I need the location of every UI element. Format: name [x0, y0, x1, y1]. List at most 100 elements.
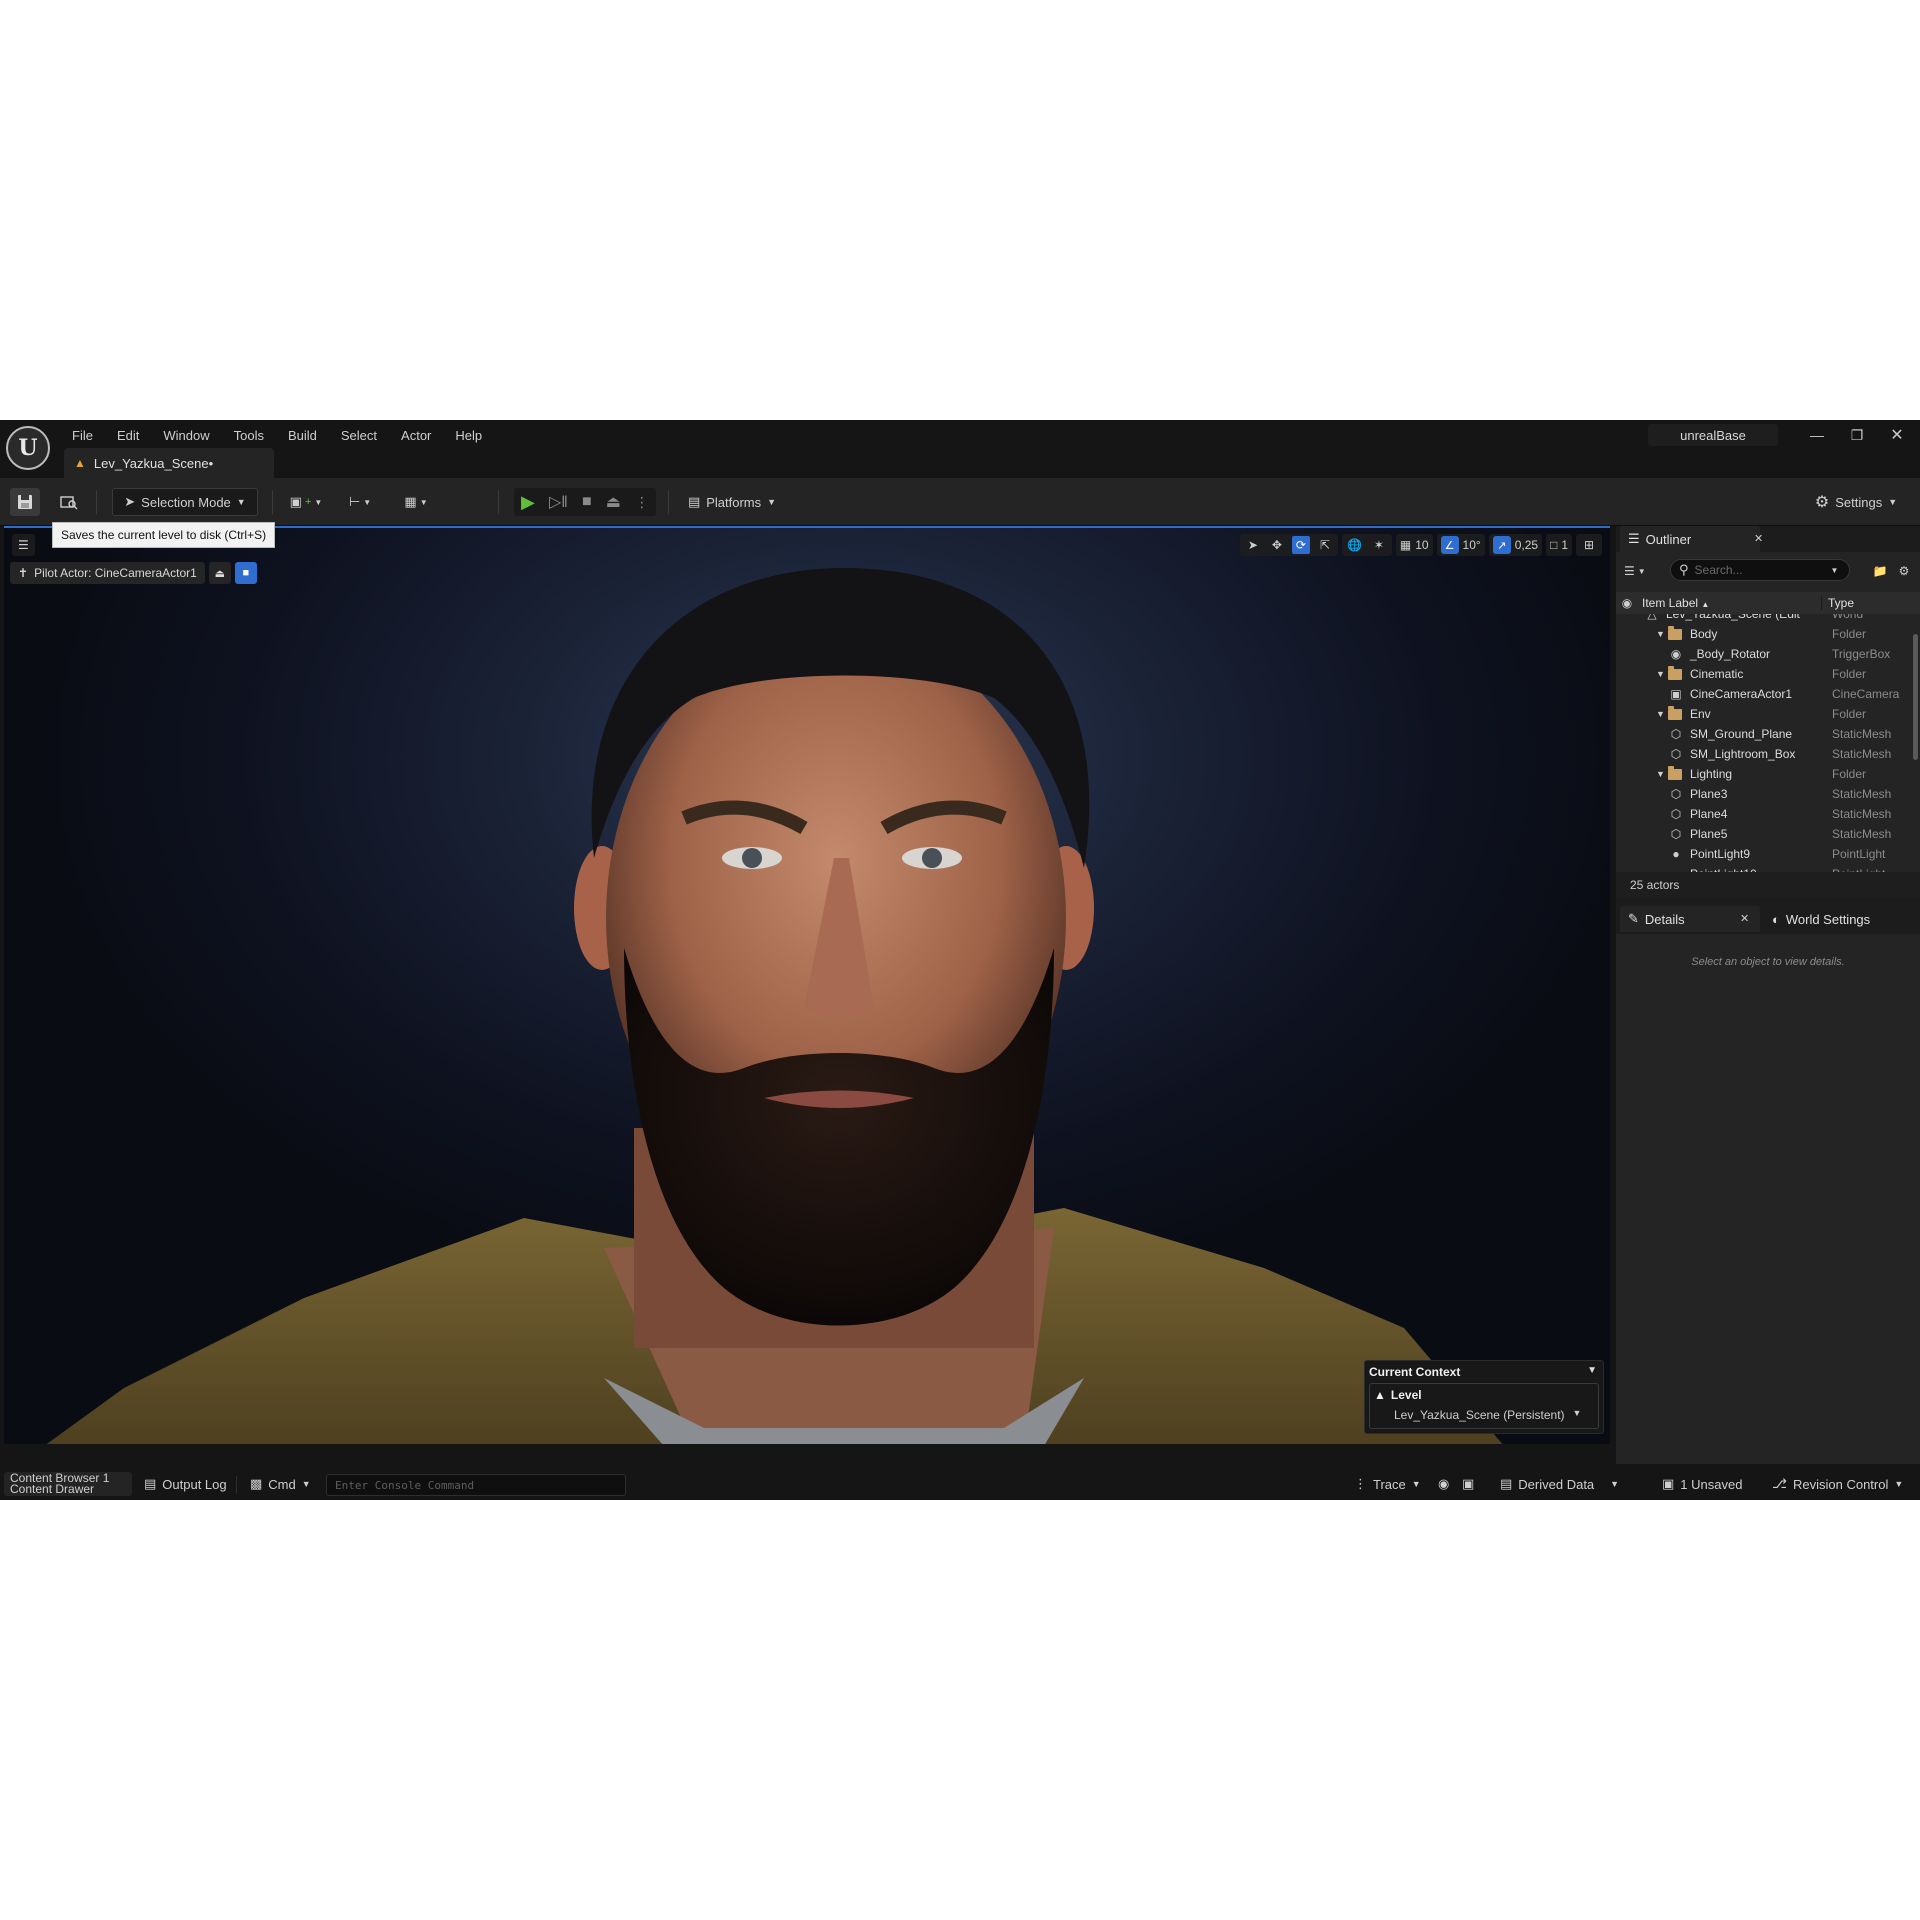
content-drawer-button[interactable]: Content Browser 1 Content Drawer — [4, 1472, 132, 1496]
expand-caret-icon[interactable]: ▼ — [1656, 629, 1668, 639]
browse-level-button[interactable] — [54, 488, 84, 516]
tab-details[interactable]: ✎ Details — [1620, 906, 1760, 932]
outliner-row[interactable]: ▼ Body Folder — [1616, 624, 1912, 644]
derived-data-dropdown[interactable]: ▤ Derived Data ▼ — [1500, 1472, 1619, 1496]
restore-icon[interactable]: ❐ — [1840, 424, 1874, 446]
menu-select[interactable]: Select — [329, 424, 389, 447]
select-tool-icon[interactable]: ➤ — [1244, 536, 1262, 554]
context-level-name: Lev_Yazkua_Scene (Persistent) ▼ — [1394, 1408, 1581, 1422]
record-button[interactable]: ◉ — [1438, 1472, 1449, 1496]
context-level-box[interactable]: ▲ Level Lev_Yazkua_Scene (Persistent) ▼ — [1369, 1383, 1599, 1429]
surface-snap-icon[interactable]: ✶ — [1370, 536, 1388, 554]
outliner-row[interactable]: ⬡ Plane3 StaticMesh — [1616, 784, 1912, 804]
eject-pilot-button[interactable]: ⏏ — [208, 562, 231, 584]
outliner-row[interactable]: △ Lev_Yazkua_Scene (Edit World — [1616, 614, 1912, 624]
close-details-icon[interactable]: ✕ — [1740, 912, 1749, 925]
grid-snap-group[interactable]: ▦ 10 — [1395, 534, 1433, 556]
menu-edit[interactable]: Edit — [105, 424, 151, 447]
outliner-row[interactable]: ⬡ SM_Lightroom_Box StaticMesh — [1616, 744, 1912, 764]
level-viewport[interactable]: ☰ ✝ Pilot Actor: CineCameraActor1 ⏏ ■ ➤ … — [4, 526, 1610, 1444]
level-icon: ▲ — [74, 456, 86, 470]
search-input[interactable] — [1694, 563, 1825, 577]
rotate-tool-icon[interactable]: ⟳ — [1291, 536, 1310, 554]
outliner-search[interactable]: ⚲ ▼ — [1670, 559, 1850, 581]
outliner-row[interactable]: ▼ Env Folder — [1616, 704, 1912, 724]
eject-icon[interactable]: ⏏ — [606, 492, 621, 512]
close-icon[interactable]: ✕ — [1880, 424, 1914, 446]
tab-world-settings[interactable]: ◐ World Settings — [1764, 906, 1914, 932]
details-empty-message: Select an object to view details. — [1691, 956, 1845, 968]
gear-icon[interactable]: ⚙ — [1894, 561, 1914, 581]
column-item-label[interactable]: Item Label ▲ — [1638, 596, 1822, 610]
scale-snap-group[interactable]: ↗ 0,25 — [1488, 534, 1543, 556]
outliner-row[interactable]: ● PointLight9 PointLight — [1616, 844, 1912, 864]
unreal-logo-icon[interactable]: U — [6, 426, 50, 470]
outliner-row[interactable]: ⬡ SM_Ground_Plane StaticMesh — [1616, 724, 1912, 744]
move-tool-icon[interactable]: ✥ — [1268, 536, 1286, 554]
more-options-icon[interactable]: ⋮ — [635, 494, 649, 511]
selection-mode-dropdown[interactable]: ➤ Selection Mode ▼ — [112, 488, 258, 516]
outliner-scrollbar[interactable] — [1913, 634, 1918, 760]
close-outliner-icon[interactable]: ✕ — [1754, 532, 1763, 545]
chevron-down-icon[interactable]: ▼ — [1587, 1365, 1597, 1376]
grid-icon: ▦ — [1399, 538, 1412, 552]
outliner-row[interactable]: ◉ _Body_Rotator TriggerBox — [1616, 644, 1912, 664]
stop-icon[interactable]: ■ — [582, 493, 592, 511]
filter-button[interactable]: ☰ ▼ — [1624, 560, 1658, 582]
unsaved-button[interactable]: ▣ 1 Unsaved — [1662, 1472, 1742, 1496]
save-button[interactable] — [10, 488, 40, 516]
settings-dropdown[interactable]: ⚙ Settings ▼ — [1808, 488, 1904, 516]
outliner-row[interactable]: ▼ Cinematic Folder — [1616, 664, 1912, 684]
outliner-row[interactable]: ⬡ Plane5 StaticMesh — [1616, 824, 1912, 844]
rotation-snap-group[interactable]: ∠ 10° — [1436, 534, 1485, 556]
console-command-input[interactable] — [326, 1474, 626, 1496]
menu-tools[interactable]: Tools — [222, 424, 276, 447]
menu-window[interactable]: Window — [151, 424, 221, 447]
chevron-down-icon: ▼ — [1888, 497, 1898, 507]
outliner-row-type: Folder — [1832, 667, 1867, 681]
outliner-row[interactable]: ▼ Lighting Folder — [1616, 764, 1912, 784]
blueprint-button[interactable]: ⊢ ▼ — [340, 488, 380, 516]
play-icon[interactable]: ▶ — [521, 492, 535, 513]
globe-icon[interactable]: 🌐 — [1346, 536, 1364, 554]
tab-outliner[interactable]: ☰ Outliner — [1620, 526, 1760, 552]
expand-caret-icon[interactable]: ▼ — [1656, 709, 1668, 719]
layout-group[interactable]: ⊞ — [1576, 534, 1602, 556]
pencil-icon: ✎ — [1628, 911, 1639, 926]
step-icon[interactable]: ▷‖ — [549, 492, 568, 512]
outliner-row-label: Lev_Yazkua_Scene (Edit — [1666, 614, 1800, 621]
platforms-dropdown[interactable]: ▤ Platforms ▼ — [682, 488, 782, 516]
output-log-button[interactable]: ▤ Output Log — [144, 1472, 227, 1496]
actor-icon: ◉ — [1670, 647, 1682, 661]
cinematics-button[interactable]: ▦ ▼ — [396, 488, 436, 516]
revision-control-dropdown[interactable]: ⎇ Revision Control ▼ — [1772, 1472, 1903, 1496]
add-actor-button[interactable]: ▣ + ▼ — [286, 488, 326, 516]
outliner-row[interactable]: ⬡ Plane4 StaticMesh — [1616, 804, 1912, 824]
unsaved-icon: ▣ — [1662, 1476, 1675, 1491]
camera-lock-button[interactable]: ■ — [234, 562, 257, 584]
outliner-row[interactable]: ▣ CineCameraActor1 CineCamera — [1616, 684, 1912, 704]
screenshot-button[interactable]: ▣ — [1462, 1472, 1474, 1496]
scale-tool-icon[interactable]: ⇱ — [1316, 536, 1334, 554]
outliner-row-type: World — [1832, 614, 1864, 621]
record-icon: ◉ — [1438, 1476, 1450, 1491]
camera-speed-group[interactable]: □ 1 — [1546, 534, 1572, 556]
folder-icon — [1668, 665, 1682, 680]
cmd-dropdown[interactable]: ▩ Cmd ▼ — [250, 1472, 311, 1496]
expand-caret-icon[interactable]: ▼ — [1656, 669, 1668, 679]
minimize-icon[interactable]: — — [1800, 424, 1834, 446]
tab-level[interactable]: ▲ Lev_Yazkua_Scene• — [64, 448, 274, 478]
hamburger-menu-icon[interactable]: ☰ — [12, 534, 35, 556]
trace-dropdown[interactable]: ⋮ Trace ▼ — [1354, 1472, 1421, 1496]
menu-help[interactable]: Help — [443, 424, 494, 447]
outliner-row-type: StaticMesh — [1832, 827, 1892, 841]
column-type[interactable]: Type — [1822, 596, 1854, 610]
add-folder-icon[interactable]: 📁 — [1870, 561, 1890, 581]
menu-actor[interactable]: Actor — [389, 424, 443, 447]
outliner-row-label: Env — [1690, 707, 1711, 721]
menu-build[interactable]: Build — [276, 424, 329, 447]
eye-icon[interactable]: ◉ — [1616, 596, 1638, 610]
menu-file[interactable]: File — [60, 424, 105, 447]
expand-caret-icon[interactable]: ▼ — [1656, 769, 1668, 779]
clapperboard-icon: ▦ — [404, 494, 417, 509]
